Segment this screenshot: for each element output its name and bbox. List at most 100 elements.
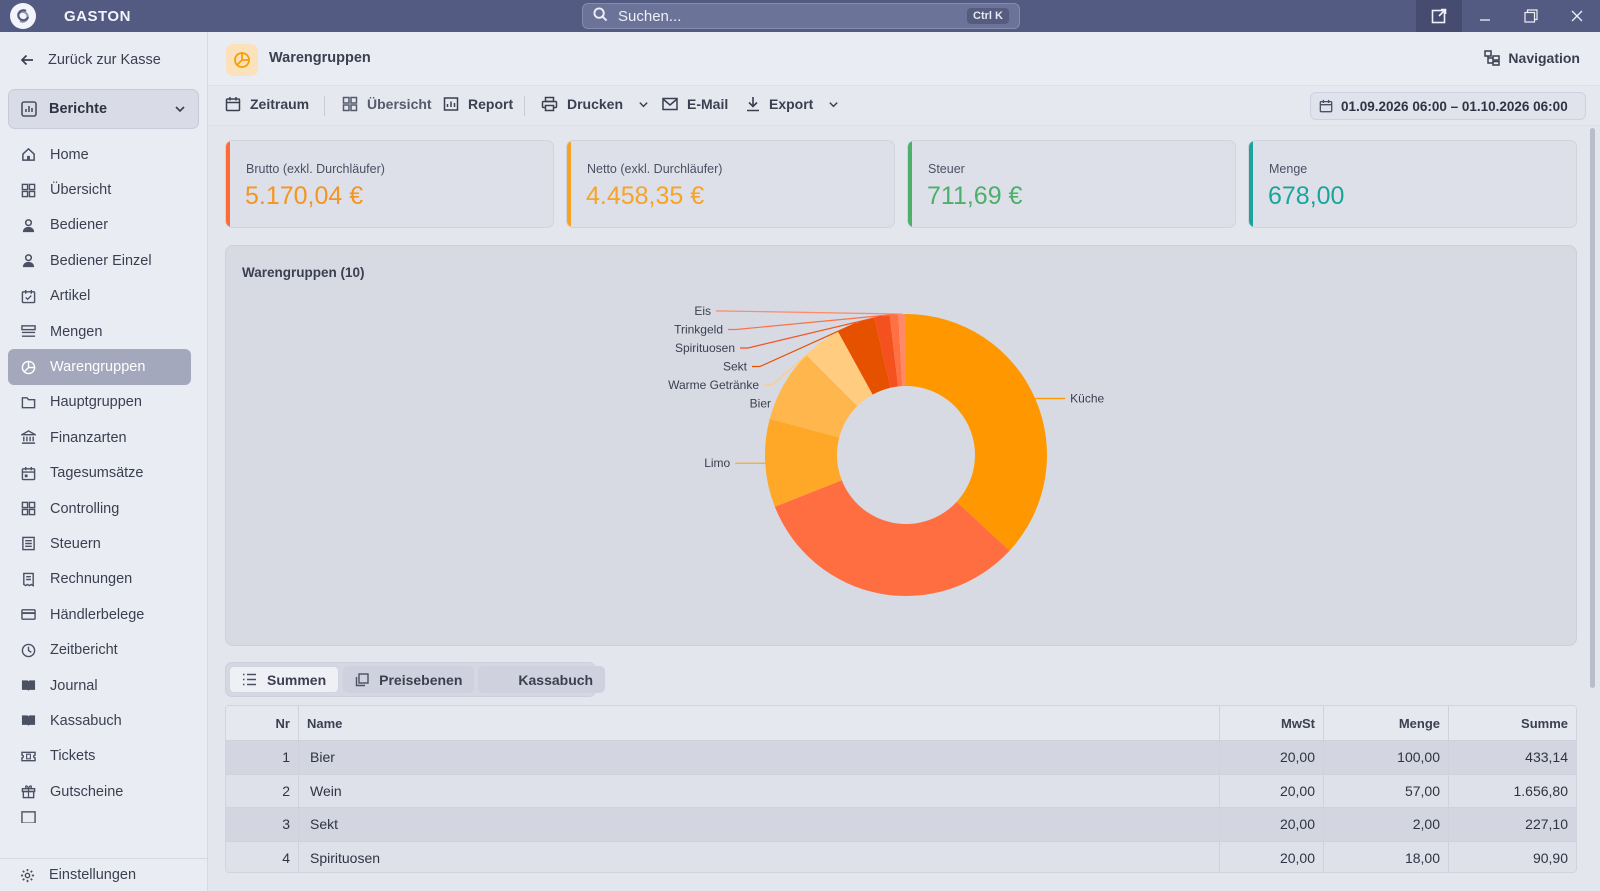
cell-nr: 1 xyxy=(226,741,299,774)
app-logo[interactable] xyxy=(0,0,46,32)
donut-chart: Küche Eis Trinkgeld Spirituosen Sekt Warme Ge… xyxy=(668,304,1105,596)
kpi-card-menge: Menge 678,00 xyxy=(1248,140,1577,228)
kpi-accent-bar xyxy=(567,141,571,227)
sidebar-item-steuern[interactable]: Steuern xyxy=(8,526,191,561)
cell-mwst: 20,00 xyxy=(1220,808,1324,841)
receipt-icon xyxy=(20,571,36,587)
sidebar-item-hauptgruppen[interactable]: Hauptgruppen xyxy=(8,385,191,420)
donut-slice[interactable] xyxy=(906,314,1047,551)
table-row[interactable]: 1 Bier 20,00 100,00 433,14 xyxy=(226,741,1576,775)
sidebar-item-haendlerbelege[interactable]: Händlerbelege xyxy=(8,597,191,632)
column-header-summe[interactable]: Summe xyxy=(1449,706,1576,740)
page-title: Warengruppen xyxy=(269,50,371,66)
uebersicht-button[interactable]: Übersicht xyxy=(342,96,432,112)
reports-section-dropdown[interactable]: Berichte xyxy=(8,89,199,129)
sidebar-item-tagesumsaetze[interactable]: Tagesumsätze xyxy=(8,456,191,491)
column-header-mwst[interactable]: MwSt xyxy=(1220,706,1324,740)
settings-link[interactable]: Einstellungen xyxy=(0,858,207,891)
email-button[interactable]: E-Mail xyxy=(662,96,728,112)
sitemap-icon xyxy=(1484,50,1501,66)
tab-summen[interactable]: Summen xyxy=(229,666,340,693)
sidebar-item-partial[interactable] xyxy=(8,809,191,824)
sidebar-item-kassabuch[interactable]: Kassabuch xyxy=(8,703,191,738)
tab-preisebenen[interactable]: Preisebenen xyxy=(343,666,475,693)
navigation-button[interactable]: Navigation xyxy=(1484,50,1580,66)
search-placeholder: Suchen... xyxy=(618,7,682,25)
page-header: Warengruppen Navigation xyxy=(208,32,1600,86)
cell-menge: 100,00 xyxy=(1324,741,1449,774)
table-row[interactable]: 2 Wein 20,00 57,00 1.656,80 xyxy=(226,774,1576,808)
sidebar-item-warengruppen[interactable]: Warengruppen xyxy=(8,349,191,385)
dashboard-icon xyxy=(20,501,36,517)
zeitraum-button[interactable]: Zeitraum xyxy=(225,96,309,112)
scrollbar-thumb[interactable] xyxy=(1590,128,1595,688)
close-button[interactable] xyxy=(1554,0,1600,32)
sidebar-item-bediener-einzel[interactable]: Bediener Einzel xyxy=(8,243,191,278)
dashboard-icon xyxy=(342,96,358,112)
search-shortcut: Ctrl K xyxy=(967,8,1009,24)
drucken-dropdown[interactable]: Drucken xyxy=(541,96,649,112)
sidebar-item-home[interactable]: Home xyxy=(8,137,191,172)
table-row[interactable]: 3 Sekt 20,00 2,00 227,10 xyxy=(226,808,1576,842)
sidebar-item-rechnungen[interactable]: Rechnungen xyxy=(8,562,191,597)
back-label: Zurück zur Kasse xyxy=(48,52,161,68)
download-icon xyxy=(747,97,759,112)
book-icon xyxy=(20,678,36,694)
kpi-card-netto: Netto (exkl. Durchläufer) 4.458,35 € xyxy=(566,140,895,228)
sidebar-item-mengen[interactable]: Mengen xyxy=(8,314,191,349)
user-icon xyxy=(20,217,36,233)
sidebar-item-tickets[interactable]: Tickets xyxy=(8,739,191,774)
date-range-picker[interactable]: 01.09.2026 06:00 – 01.10.2026 06:00 xyxy=(1310,92,1586,120)
book-icon xyxy=(20,713,36,729)
sidebar-item-label: Controlling xyxy=(50,500,120,517)
sidebar-item-artikel[interactable]: Artikel xyxy=(8,279,191,314)
kpi-value: 5.170,04 € xyxy=(245,182,364,210)
kpi-value: 678,00 xyxy=(1268,182,1345,210)
sidebar-item-label: Übersicht xyxy=(50,182,112,199)
report-button[interactable]: Report xyxy=(443,96,513,112)
search-input[interactable]: Suchen... Ctrl K xyxy=(582,3,1020,29)
sidebar-item-uebersicht[interactable]: Übersicht xyxy=(8,172,191,207)
column-header-nr[interactable]: Nr xyxy=(226,706,299,740)
cell-name: Bier xyxy=(299,741,1220,774)
sidebar-item-label: Tagesumsätze xyxy=(50,465,144,482)
tab-kassabuch[interactable]: Kassabuch xyxy=(478,666,606,693)
maximize-button[interactable] xyxy=(1508,0,1554,32)
list-icon xyxy=(20,809,36,824)
zeitraum-label: Zeitraum xyxy=(250,96,310,112)
column-header-name[interactable]: Name xyxy=(299,706,1220,740)
external-window-button[interactable] xyxy=(1416,0,1462,32)
sidebar-nav: Home Übersicht Bediener Bediener Einzel … xyxy=(8,137,191,824)
gift-icon xyxy=(20,784,36,800)
tab-label: Summen xyxy=(267,671,327,688)
sidebar-item-label: Finanzarten xyxy=(50,429,127,446)
external-link-icon xyxy=(1431,8,1447,24)
printer-icon xyxy=(541,96,558,112)
cell-name: Wein xyxy=(299,774,1220,807)
minimize-button[interactable] xyxy=(1462,0,1508,32)
sidebar-item-zeitbericht[interactable]: Zeitbericht xyxy=(8,632,191,667)
cell-summe: 1.656,80 xyxy=(1513,782,1569,799)
table-row[interactable]: 4 Spirituosen 20,00 18,00 90,90 xyxy=(226,841,1576,872)
toolbar-divider xyxy=(524,96,525,116)
column-header-menge[interactable]: Menge xyxy=(1324,706,1449,740)
sidebar-item-finanzarten[interactable]: Finanzarten xyxy=(8,420,191,455)
slice-label: Eis xyxy=(694,304,711,318)
cell-mwst: 20,00 xyxy=(1220,841,1324,872)
kpi-value: 711,69 € xyxy=(927,182,1023,210)
cell-mwst: 20,00 xyxy=(1220,741,1324,774)
sidebar-item-label: Händlerbelege xyxy=(50,606,145,623)
sidebar-item-controlling[interactable]: Controlling xyxy=(8,491,191,526)
sidebar-item-gutscheine[interactable]: Gutscheine xyxy=(8,774,191,809)
sidebar-item-label: Gutscheine xyxy=(50,783,124,800)
back-to-register-link[interactable]: Zurück zur Kasse xyxy=(20,52,161,68)
app-name: GASTON xyxy=(64,7,131,25)
restore-icon xyxy=(1524,9,1538,23)
tab-label: Preisebenen xyxy=(379,671,463,688)
copy-icon xyxy=(355,672,369,686)
drucken-label: Drucken xyxy=(567,96,624,112)
sidebar-item-journal[interactable]: Journal xyxy=(8,668,191,703)
sidebar-item-bediener[interactable]: Bediener xyxy=(8,208,191,243)
slice-label: Spirituosen xyxy=(675,341,735,355)
export-dropdown[interactable]: Export xyxy=(746,96,839,112)
